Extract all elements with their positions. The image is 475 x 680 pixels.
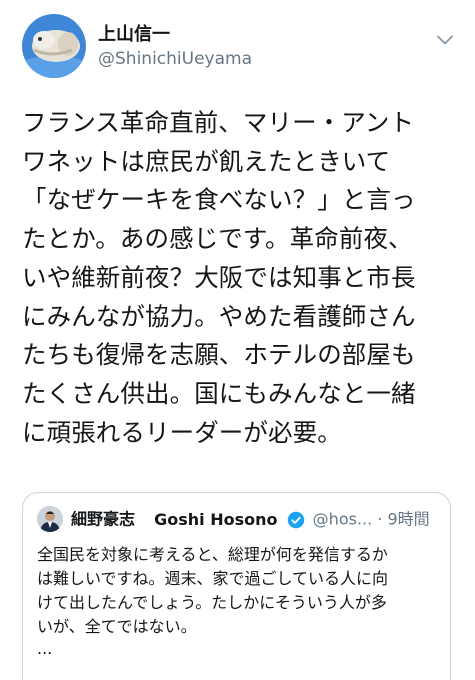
avatar-person-image xyxy=(37,506,63,532)
author-avatar[interactable] xyxy=(22,14,86,78)
quoted-tweet-card[interactable]: 細野豪志 Goshi Hosono @hos... · 9時間 全国民を対象に考… xyxy=(22,492,451,680)
author-info[interactable]: 上山信一 @ShinichiUeyama xyxy=(98,24,252,70)
quoted-tweet-time[interactable]: 9時間 xyxy=(387,510,429,529)
author-display-name[interactable]: 上山信一 xyxy=(98,24,252,46)
quoted-author-name-jp[interactable]: 細野豪志 xyxy=(71,510,135,529)
author-handle[interactable]: @ShinichiUeyama xyxy=(98,48,252,70)
quoted-tweet-ellipsis: ... xyxy=(37,639,53,658)
quoted-author-handle[interactable]: @hos... xyxy=(313,510,373,529)
avatar-dog-image xyxy=(22,14,86,78)
separator-dot: · xyxy=(377,509,383,529)
quoted-author-name-en[interactable]: Goshi Hosono xyxy=(154,510,277,529)
quoted-tweet-header: 細野豪志 Goshi Hosono @hos... · 9時間 xyxy=(71,509,440,530)
chevron-down-icon[interactable] xyxy=(437,30,453,45)
tweet-text: フランス革命直前、マリー・アント ワネットは庶民が飢えたときいて 「なぜケーキを… xyxy=(22,108,416,447)
quoted-author-avatar[interactable] xyxy=(37,506,63,532)
verified-badge-icon xyxy=(287,511,304,528)
quoted-tweet-text: 全国民を対象に考えると、総理が何を発信するか は難しいですね。週末、家で過ごして… xyxy=(37,545,389,636)
